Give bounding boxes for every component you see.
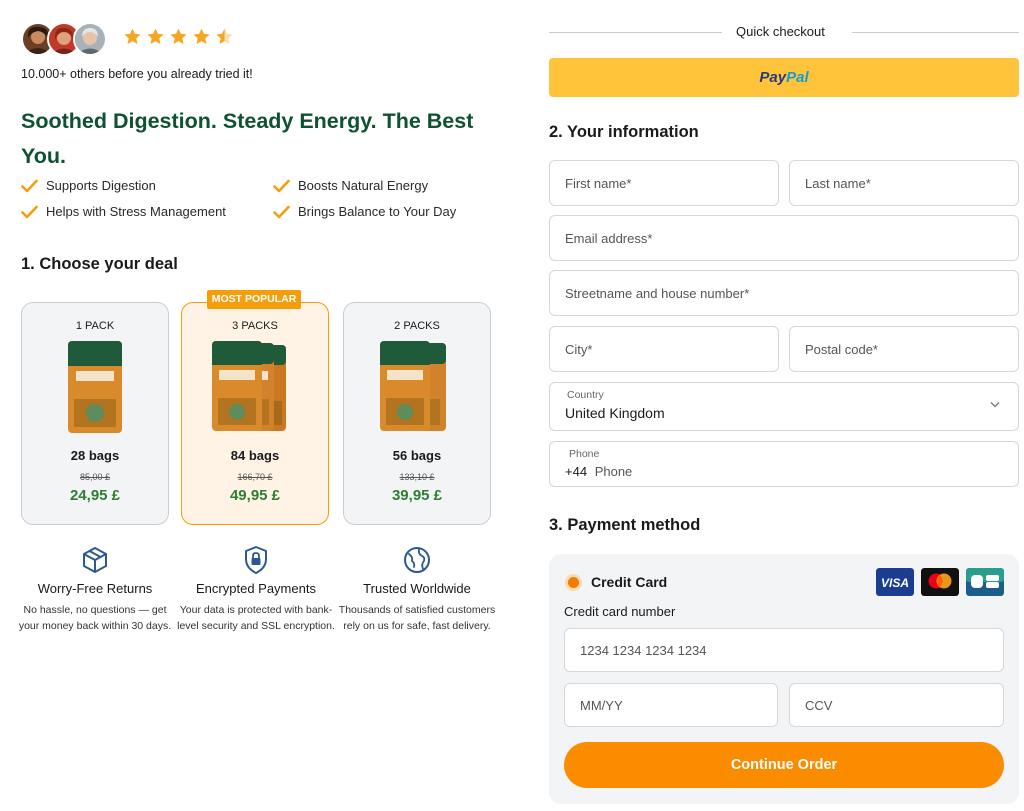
- feature-title: Trusted Worldwide: [363, 581, 471, 596]
- feature-title: Encrypted Payments: [196, 581, 316, 596]
- feature-worldwide: Trusted Worldwide Thousands of satisfied…: [337, 545, 497, 634]
- quick-checkout-label: Quick checkout: [736, 24, 825, 39]
- deal-card-2-packs[interactable]: 2 PACKS 56 bags 133,10 £ 39,95 £: [343, 302, 491, 525]
- benefit-label: Boosts Natural Energy: [298, 178, 429, 193]
- product-pack-image: [344, 339, 490, 435]
- divider: [852, 32, 1019, 33]
- deal-old-price: 166,70 £: [237, 472, 273, 482]
- expiry-input[interactable]: [580, 684, 777, 726]
- cc-number-input[interactable]: [580, 629, 1003, 671]
- country-select[interactable]: Country United Kingdom: [549, 382, 1019, 431]
- cc-number-label: Credit card number: [564, 604, 676, 619]
- postal-code-input[interactable]: [805, 327, 1018, 371]
- box-icon: [83, 547, 107, 573]
- svg-text:VISA: VISA: [881, 576, 909, 590]
- deal-title: 1 PACK: [75, 320, 115, 332]
- ccv-field[interactable]: [789, 683, 1004, 727]
- social-proof-text: 10.000+ others before you already tried …: [21, 67, 253, 81]
- feature-text: No hassle, no questions — get your money…: [18, 604, 172, 632]
- globe-icon: [404, 547, 430, 573]
- check-icon: [21, 205, 38, 218]
- most-popular-badge: MOST POPULAR: [207, 290, 301, 309]
- check-icon: [273, 179, 290, 192]
- check-icon: [21, 179, 38, 192]
- product-pack-image: [182, 339, 328, 435]
- rating-stars: [123, 27, 234, 46]
- deal-price: 24,95 £: [69, 487, 121, 504]
- product-pack-image: [22, 339, 168, 435]
- cb-card-icon: [966, 568, 1004, 596]
- divider: [549, 32, 722, 33]
- deal-price: 39,95 £: [391, 487, 443, 504]
- lock-shield-icon: [245, 546, 267, 574]
- chevron-down-icon: [990, 402, 1000, 408]
- last-name-input[interactable]: [805, 161, 1018, 205]
- info-section-title: 2. Your information: [549, 123, 699, 141]
- feature-returns: Worry-Free Returns No hassle, no questio…: [15, 545, 175, 634]
- star-icon: [170, 28, 187, 44]
- paypal-logo-part1: Pay: [759, 69, 787, 86]
- deal-bags: 28 bags: [70, 448, 120, 463]
- ccv-input[interactable]: [805, 684, 1003, 726]
- phone-prefix[interactable]: +44: [565, 464, 587, 479]
- deal-title: 2 PACKS: [394, 320, 440, 332]
- street-input[interactable]: [565, 271, 1018, 315]
- feature-text: Your data is protected with bank-level s…: [177, 604, 335, 632]
- paypal-button[interactable]: PayPal: [549, 58, 1019, 97]
- deal-old-price: 133,10 £: [399, 472, 435, 482]
- credit-card-label[interactable]: Credit Card: [591, 574, 667, 590]
- country-label: Country: [567, 389, 604, 401]
- star-icon: [124, 28, 141, 44]
- continue-order-button[interactable]: Continue Order: [564, 742, 1004, 788]
- deal-section-title: 1. Choose your deal: [21, 255, 178, 273]
- deal-price: 49,95 £: [229, 487, 281, 504]
- star-icon: [147, 28, 164, 44]
- phone-input-row: +44 Phone: [565, 464, 632, 480]
- first-name-input[interactable]: [565, 161, 778, 205]
- deal-title: 3 PACKS: [232, 320, 278, 332]
- deal-card-1-pack[interactable]: 1 PACK 28 bags 85,00 £ 24,95 £: [21, 302, 169, 525]
- postal-code-field[interactable]: [789, 326, 1019, 372]
- city-input[interactable]: [565, 327, 778, 371]
- country-value: United Kingdom: [565, 405, 665, 421]
- star-icon: [193, 28, 210, 44]
- credit-card-radio[interactable]: [565, 574, 582, 591]
- customer-avatars: [21, 22, 111, 56]
- street-field[interactable]: [549, 270, 1019, 316]
- visa-card-icon: VISA: [876, 568, 914, 596]
- email-field[interactable]: [549, 215, 1019, 261]
- expiry-field[interactable]: [564, 683, 778, 727]
- benefit-label: Brings Balance to Your Day: [298, 204, 457, 219]
- phone-label: Phone: [569, 448, 600, 460]
- mastercard-icon: [921, 568, 959, 596]
- feature-title: Worry-Free Returns: [37, 581, 153, 596]
- benefit-item: Supports Digestion: [21, 178, 156, 193]
- city-field[interactable]: [549, 326, 779, 372]
- deal-card-3-packs[interactable]: 3 PACKS 84 bags 166,70 £ 49,95 £: [181, 302, 329, 525]
- last-name-field[interactable]: [789, 160, 1019, 206]
- deal-bags: 56 bags: [392, 448, 442, 463]
- deal-bags: 84 bags: [230, 448, 280, 463]
- deal-old-price: 85,00 £: [79, 472, 111, 482]
- benefit-item: Boosts Natural Energy: [273, 178, 428, 193]
- check-icon: [273, 205, 290, 218]
- half-star-icon: [216, 28, 233, 44]
- phone-placeholder[interactable]: Phone: [595, 464, 633, 479]
- page-headline: Soothed Digestion. Steady Energy. The Be…: [21, 109, 474, 168]
- feature-text: Thousands of satisfied customers rely on…: [338, 604, 496, 632]
- benefit-item: Brings Balance to Your Day: [273, 204, 456, 219]
- cc-number-field[interactable]: [564, 628, 1004, 672]
- phone-field[interactable]: Phone +44 Phone: [549, 441, 1019, 487]
- email-input[interactable]: [565, 216, 1018, 260]
- avatar: [73, 22, 107, 56]
- payment-section-title: 3. Payment method: [549, 516, 701, 534]
- benefit-label: Helps with Stress Management: [46, 204, 226, 219]
- benefit-label: Supports Digestion: [46, 178, 156, 193]
- feature-encrypted: Encrypted Payments Your data is protecte…: [176, 545, 336, 634]
- paypal-logo-part2: Pal: [786, 69, 809, 86]
- benefit-item: Helps with Stress Management: [21, 204, 226, 219]
- first-name-field[interactable]: [549, 160, 779, 206]
